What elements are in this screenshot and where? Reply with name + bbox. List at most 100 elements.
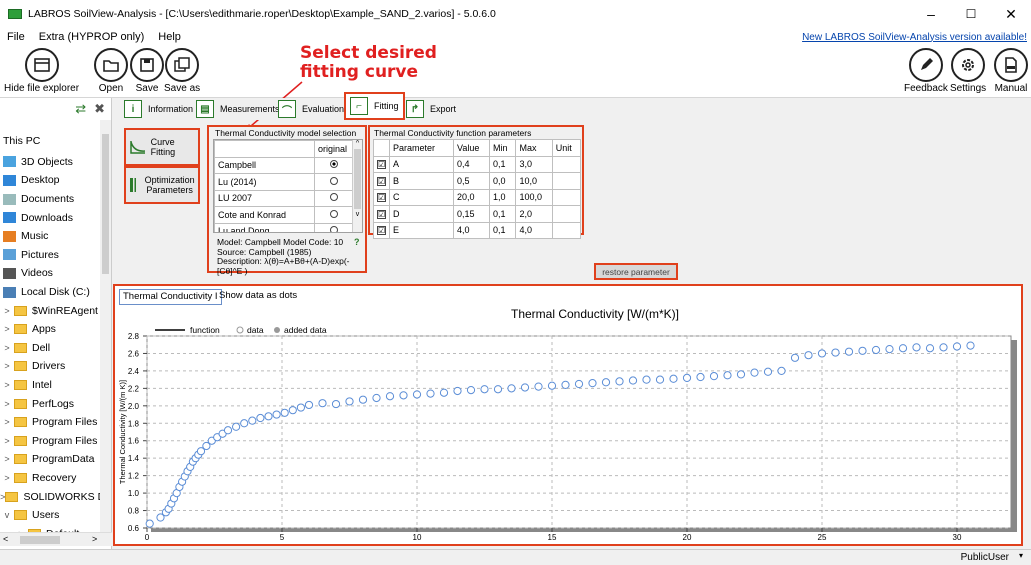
parameter-checkbox[interactable]: ☑ [377,176,386,186]
expand-chevron-icon[interactable]: > [0,380,14,390]
sidebar-item[interactable]: Pictures [0,246,111,265]
open-button[interactable]: Open [94,48,128,94]
feedback-button[interactable]: Feedback [904,48,948,94]
sidebar-item[interactable]: > ProgramData [0,450,111,469]
sidebar-item[interactable]: Documents [0,190,111,209]
scroll-left-icon[interactable]: < [3,534,8,544]
model-row[interactable]: Lu (2014) [214,173,354,191]
menu-file[interactable]: File [0,31,32,43]
parameter-checkbox[interactable]: ☑ [377,209,386,219]
parameter-value[interactable]: 4,0 [452,221,491,239]
expand-chevron-icon[interactable]: v [0,510,14,520]
update-link[interactable]: New LABROS SoilView-Analysis version ava… [802,32,1027,43]
menu-extra[interactable]: Extra (HYPROP only) [32,31,152,43]
sidebar-item[interactable]: > $WinREAgent [0,301,111,320]
parameter-min[interactable]: 0,1 [489,155,517,173]
expand-chevron-icon[interactable]: > [0,343,14,353]
parameter-max[interactable]: 10,0 [515,172,553,190]
sidebar-item[interactable]: > Program Files [0,413,111,432]
sidebar-item[interactable]: > Intel [0,376,111,395]
sidebar-item[interactable]: This PC [0,132,111,151]
sidebar-item[interactable]: Desktop [0,171,111,190]
parameter-max[interactable]: 2,0 [515,205,553,223]
parameter-unit[interactable] [551,172,582,190]
sidebar-item[interactable]: > Recovery [0,469,111,488]
tab-fitting[interactable]: ⌐ Fitting [344,92,405,120]
save-as-button[interactable]: Save as [164,48,200,94]
model-row[interactable]: Campbell [214,156,354,174]
sidebar-item[interactable]: > PerfLogs [0,394,111,413]
explorer-hscrollbar[interactable]: < > [0,532,112,546]
sidebar-item[interactable]: Music [0,227,111,246]
scroll-up-icon[interactable]: ^ [353,140,362,147]
parameter-min[interactable]: 0,1 [489,221,517,239]
parameter-max[interactable]: 100,0 [515,188,553,206]
parameter-checkbox[interactable]: ☑ [377,193,386,203]
sidebar-item[interactable]: Videos [0,264,111,283]
expand-chevron-icon[interactable]: > [0,399,14,409]
close-explorer-icon[interactable]: ✖ [94,101,105,117]
expand-chevron-icon[interactable]: > [0,454,14,464]
sidebar-item[interactable]: > Apps [0,320,111,339]
model-row[interactable]: LU 2007 [214,189,354,207]
parameter-min[interactable]: 0,0 [489,172,517,190]
minimize-button[interactable]: – [911,0,951,28]
sidebar-item[interactable]: Downloads [0,208,111,227]
explorer-scrollbar[interactable] [100,120,111,532]
sidebar-item[interactable]: > SOLIDWORKS Da [0,487,111,506]
parameter-min[interactable]: 1,0 [489,188,517,206]
model-radio[interactable] [330,160,338,169]
parameter-unit[interactable] [551,188,582,206]
parameter-max[interactable]: 3,0 [515,155,553,173]
parameter-value[interactable]: 0,4 [452,155,491,173]
tab-measurements[interactable]: ▤ Measurements [192,98,284,120]
model-list-scrollbar[interactable]: ^ v [352,140,362,232]
sidebar-item[interactable]: > Dell [0,339,111,358]
model-radio[interactable] [330,209,338,218]
expand-chevron-icon[interactable]: > [0,417,14,427]
maximize-button[interactable]: ☐ [951,0,991,28]
status-dropdown-icon[interactable]: ▾ [1019,551,1023,560]
tab-export[interactable]: ↱ Export [402,98,460,120]
tab-information[interactable]: i Information [120,98,197,120]
sidebar-item[interactable]: Local Disk (C:) [0,283,111,302]
scrollbar-thumb[interactable] [102,134,109,274]
curve-fitting-button[interactable]: Curve Fitting [124,128,200,166]
model-row[interactable]: Cote and Konrad [214,206,354,224]
model-radio[interactable] [330,176,338,185]
parameter-unit[interactable] [551,221,582,239]
expand-chevron-icon[interactable]: > [0,361,14,371]
model-radio[interactable] [330,226,338,232]
parameter-max[interactable]: 4,0 [515,221,553,239]
expand-chevron-icon[interactable]: > [0,324,14,334]
scroll-right-icon[interactable]: > [92,534,97,544]
help-icon[interactable]: ? [354,237,360,247]
manual-button[interactable]: Manual [994,48,1028,94]
parameter-checkbox[interactable]: ☑ [377,160,386,170]
menu-help[interactable]: Help [151,31,188,43]
sidebar-item[interactable]: > Program Files (x [0,432,111,451]
settings-button[interactable]: Settings [950,48,986,94]
model-scroll-thumb[interactable] [354,149,361,209]
close-button[interactable]: ✕ [991,0,1031,28]
parameter-min[interactable]: 0,1 [489,205,517,223]
expand-chevron-icon[interactable]: > [0,436,14,446]
parameter-unit[interactable] [551,205,582,223]
tab-evaluation[interactable]: ⌒ Evaluation [274,98,348,120]
parameter-value[interactable]: 0,15 [452,205,491,223]
expand-chevron-icon[interactable]: > [0,306,14,316]
sidebar-item[interactable]: v Users [0,506,111,525]
refresh-icon[interactable]: ⇄ [75,101,86,117]
parameter-value[interactable]: 20,0 [452,188,491,206]
hide-explorer-button[interactable]: Hide file explorer [4,48,79,94]
restore-parameter-button[interactable]: restore parameter [594,263,678,280]
scroll-down-icon[interactable]: v [353,211,362,218]
model-radio[interactable] [330,193,338,202]
hscroll-thumb[interactable] [20,536,60,544]
optimization-parameters-button[interactable]: Optimization Parameters [124,166,200,204]
model-row[interactable]: Lu and Dong [214,222,354,232]
sidebar-item[interactable]: 3D Objects [0,153,111,172]
parameter-value[interactable]: 0,5 [452,172,491,190]
sidebar-item[interactable]: > Drivers [0,357,111,376]
chart-tab-thermal[interactable]: Thermal Conductivity I [119,289,222,305]
